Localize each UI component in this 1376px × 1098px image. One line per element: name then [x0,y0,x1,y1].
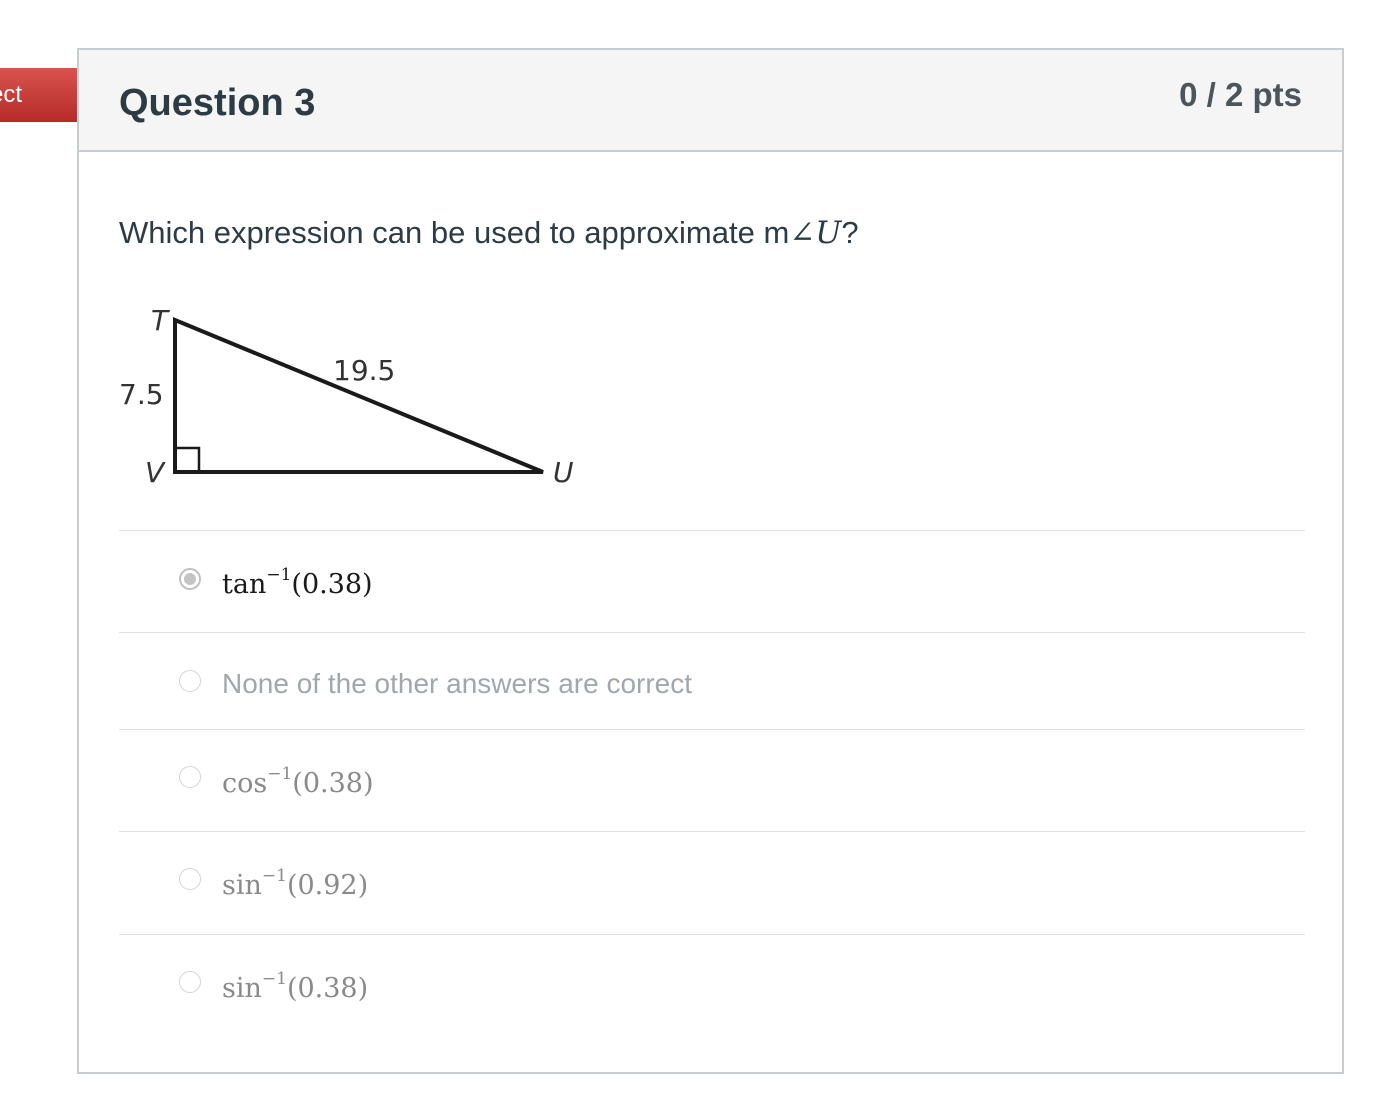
answer-radio[interactable] [179,670,201,692]
answer-option[interactable]: sin−1(0.92) [119,831,1305,934]
answer-label: sin−1(0.92) [222,868,369,902]
side-label-tu: 19.5 [333,354,395,387]
answer-option[interactable]: None of the other answers are correct [119,632,1305,729]
answer-exponent: −1 [266,565,292,585]
answer-arg: (0.92) [286,870,369,901]
answer-list: tan−1(0.38) None of the other answers ar… [119,530,1305,1036]
answer-radio[interactable] [179,868,201,890]
answer-radio[interactable] [179,971,201,993]
answer-radio[interactable] [179,766,201,788]
question-title: Question 3 [119,82,316,124]
vertex-label-t: T [151,304,170,337]
triangle-outline [173,317,544,474]
question-card: Question 3 0 / 2 pts Which expression ca… [77,48,1344,1074]
triangle-figure: T V U 7.5 19.5 [111,302,591,507]
answer-exponent: −1 [267,764,293,784]
prompt-prefix: Which expression can be used to approxim… [119,215,790,250]
flag-label: ect [0,81,23,108]
answer-func: tan [222,569,267,600]
answer-arg: (0.38) [292,768,374,799]
answer-option[interactable]: tan−1(0.38) [119,530,1305,632]
vertex-label-u: U [553,456,574,489]
right-triangle-diagram: T V U 7.5 19.5 [119,304,574,489]
question-prompt: Which expression can be used to approxim… [119,215,859,251]
answer-option[interactable]: sin−1(0.38) [119,934,1305,1036]
answer-label: None of the other answers are correct [222,668,693,699]
answer-exponent: −1 [261,969,287,989]
side-label-tv: 7.5 [119,378,164,411]
answer-arg: (0.38) [291,569,373,600]
answer-func: sin [222,973,262,1004]
prompt-suffix: ? [841,215,859,250]
right-angle-marker [175,446,201,472]
answer-arg: (0.38) [286,973,369,1004]
answer-label: sin−1(0.38) [222,971,369,1005]
answer-option[interactable]: cos−1(0.38) [119,729,1305,831]
answer-radio-selected[interactable] [179,568,201,590]
question-header: Question 3 0 / 2 pts [79,50,1342,152]
quiz-page: ect Question 3 0 / 2 pts Which expressio… [0,0,1376,1098]
vertex-label-v: V [145,456,166,489]
prompt-angle: ∠U [789,215,842,251]
answer-label: cos−1(0.38) [222,766,374,800]
answer-func: sin [222,870,262,901]
answer-exponent: −1 [261,866,287,886]
answer-label: tan−1(0.38) [222,567,373,601]
question-points: 0 / 2 pts [1179,76,1302,113]
answer-func: cos [222,768,268,799]
